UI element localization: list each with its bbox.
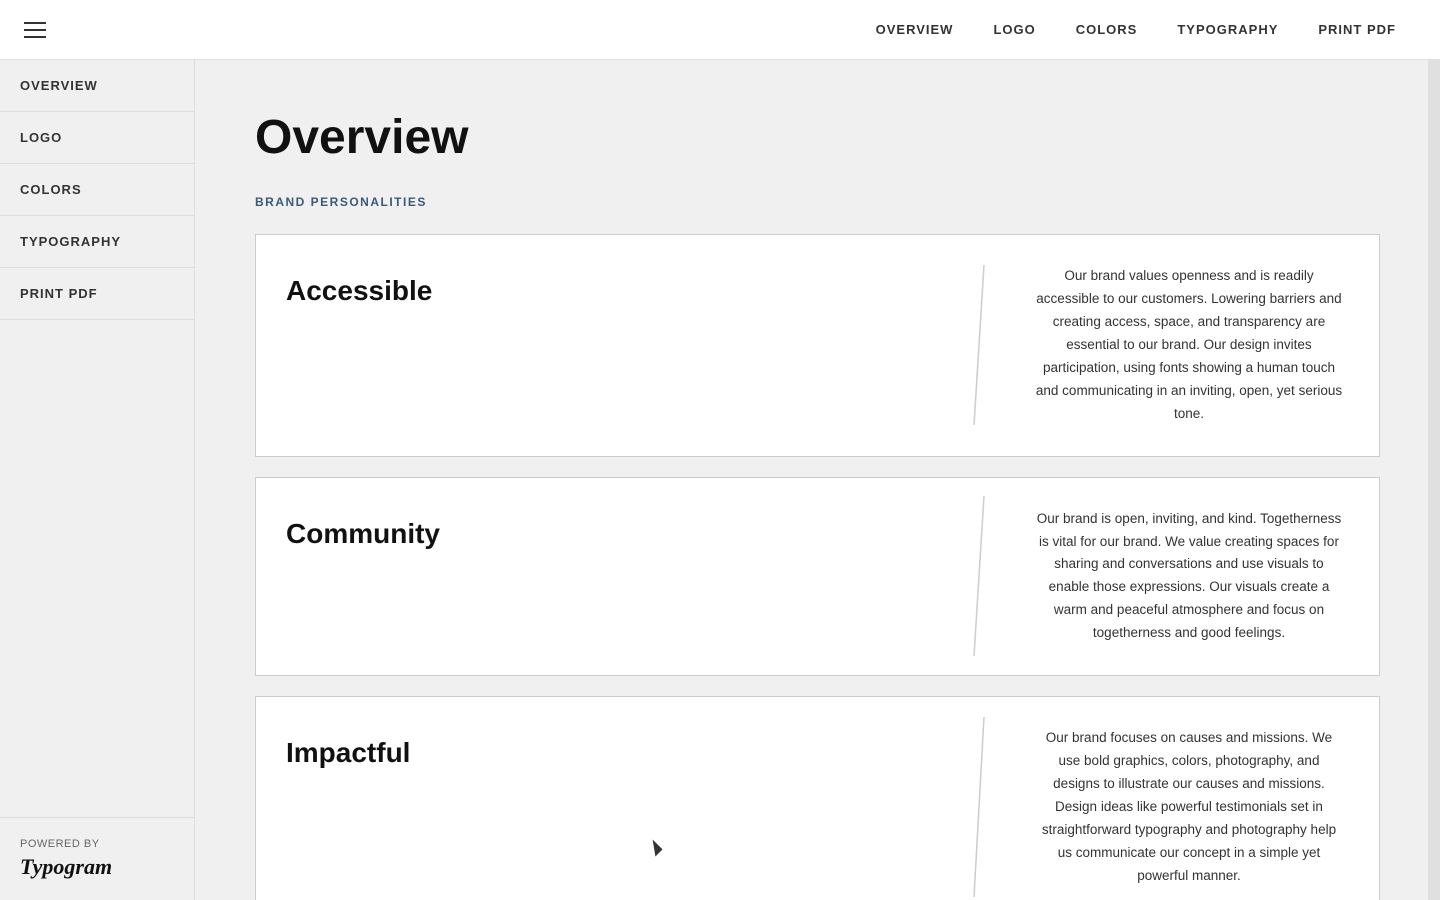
- brand-name: Typogram: [20, 854, 112, 879]
- nav-item-logo[interactable]: LOGO: [993, 21, 1035, 39]
- divider-line-icon-3: [964, 707, 994, 900]
- sidebar-link-overview[interactable]: OVERVIEW: [0, 60, 194, 111]
- card-right-impactful: Our brand focuses on causes and missions…: [999, 697, 1379, 900]
- divider-line-icon-2: [964, 486, 994, 666]
- sidebar-item-logo[interactable]: LOGO: [0, 112, 194, 164]
- sidebar-link-logo[interactable]: LOGO: [0, 112, 194, 163]
- sidebar-item-colors[interactable]: COLORS: [0, 164, 194, 216]
- nav-link-overview[interactable]: OVERVIEW: [876, 22, 954, 37]
- nav-item-print-pdf[interactable]: PRINT PDF: [1318, 21, 1396, 39]
- sidebar-item-print-pdf[interactable]: PRINT PDF: [0, 268, 194, 320]
- main-content: Overview BRAND PERSONALITIES Accessible …: [195, 60, 1440, 900]
- nav-item-colors[interactable]: COLORS: [1076, 21, 1138, 39]
- sidebar-link-colors[interactable]: COLORS: [0, 164, 194, 215]
- card-right-accessible: Our brand values openness and is readily…: [999, 235, 1379, 456]
- card-description-community: Our brand is open, inviting, and kind. T…: [1034, 508, 1344, 646]
- top-nav-links: OVERVIEW LOGO COLORS TYPOGRAPHY PRINT PD…: [876, 21, 1396, 39]
- sidebar-item-typography[interactable]: TYPOGRAPHY: [0, 216, 194, 268]
- divider-line-icon: [964, 255, 994, 435]
- sidebar: OVERVIEW LOGO COLORS TYPOGRAPHY PRINT PD…: [0, 60, 195, 900]
- nav-item-overview[interactable]: OVERVIEW: [876, 21, 954, 39]
- card-left-community: Community: [256, 478, 959, 676]
- sidebar-link-typography[interactable]: TYPOGRAPHY: [0, 216, 194, 267]
- top-nav: OVERVIEW LOGO COLORS TYPOGRAPHY PRINT PD…: [0, 0, 1440, 60]
- main-layout: OVERVIEW LOGO COLORS TYPOGRAPHY PRINT PD…: [0, 60, 1440, 900]
- sidebar-nav: OVERVIEW LOGO COLORS TYPOGRAPHY PRINT PD…: [0, 60, 194, 817]
- nav-link-typography[interactable]: TYPOGRAPHY: [1177, 22, 1278, 37]
- nav-link-print-pdf[interactable]: PRINT PDF: [1318, 22, 1396, 37]
- sidebar-link-print-pdf[interactable]: PRINT PDF: [0, 268, 194, 319]
- card-title-impactful: Impactful: [286, 737, 410, 769]
- personality-card-impactful: Impactful Our brand focuses on causes an…: [255, 696, 1380, 900]
- powered-by-label: POWERED BY: [20, 838, 174, 850]
- card-right-community: Our brand is open, inviting, and kind. T…: [999, 478, 1379, 676]
- scrollbar-track[interactable]: [1428, 0, 1440, 900]
- nav-item-typography[interactable]: TYPOGRAPHY: [1177, 21, 1278, 39]
- card-description-accessible: Our brand values openness and is readily…: [1034, 265, 1344, 426]
- card-divider-accessible: [959, 235, 999, 456]
- nav-link-colors[interactable]: COLORS: [1076, 22, 1138, 37]
- card-title-accessible: Accessible: [286, 275, 432, 307]
- sidebar-powered: POWERED BY Typogram: [0, 817, 194, 900]
- page-title: Overview: [255, 110, 1380, 165]
- card-divider-community: [959, 478, 999, 676]
- sidebar-item-overview[interactable]: OVERVIEW: [0, 60, 194, 112]
- card-left-accessible: Accessible: [256, 235, 959, 456]
- personality-card-accessible: Accessible Our brand values openness and…: [255, 234, 1380, 457]
- section-label: BRAND PERSONALITIES: [255, 195, 1380, 209]
- personality-card-community: Community Our brand is open, inviting, a…: [255, 477, 1380, 677]
- card-divider-impactful: [959, 697, 999, 900]
- hamburger-menu[interactable]: [24, 22, 46, 38]
- nav-link-logo[interactable]: LOGO: [993, 22, 1035, 37]
- card-description-impactful: Our brand focuses on causes and missions…: [1034, 727, 1344, 888]
- card-title-community: Community: [286, 518, 440, 550]
- card-left-impactful: Impactful: [256, 697, 959, 900]
